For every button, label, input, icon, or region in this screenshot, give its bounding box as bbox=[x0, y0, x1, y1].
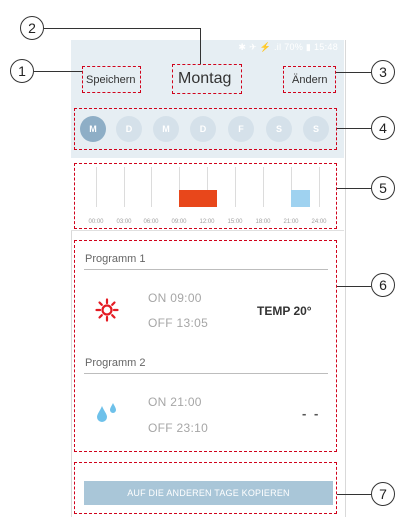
callout-1: 1 bbox=[10, 59, 34, 83]
status-text: ✱ ✈ ⚡ .il 70% ▮ 15:48 bbox=[238, 42, 338, 52]
leader-line bbox=[337, 188, 371, 189]
save-button[interactable]: Speichern bbox=[86, 74, 136, 86]
program-1-off-time[interactable]: OFF 13:05 bbox=[148, 316, 208, 330]
program-1-bar[interactable] bbox=[179, 190, 217, 207]
divider bbox=[84, 373, 328, 374]
day-button-friday[interactable]: F bbox=[228, 116, 254, 142]
timeline-label: 18:00 bbox=[255, 219, 271, 225]
timeline-label: 15:00 bbox=[227, 219, 243, 225]
divider bbox=[84, 269, 328, 270]
leader-line bbox=[337, 286, 371, 287]
day-button-tuesday[interactable]: D bbox=[116, 116, 142, 142]
timeline-tick bbox=[263, 167, 264, 207]
timeline-label: 24:00 bbox=[311, 219, 327, 225]
water-drops-icon bbox=[94, 402, 120, 429]
timeline-label: 06:00 bbox=[143, 219, 159, 225]
leader-line bbox=[200, 28, 201, 64]
program-2-bar[interactable] bbox=[291, 190, 310, 207]
leader-line bbox=[337, 128, 371, 129]
callout-7: 7 bbox=[371, 482, 395, 506]
program-2-title: Programm 2 bbox=[85, 357, 146, 369]
timeline-label: 09:00 bbox=[171, 219, 187, 225]
day-button-wednesday[interactable]: M bbox=[153, 116, 179, 142]
day-button-sunday[interactable]: S bbox=[303, 116, 329, 142]
timeline-tick bbox=[96, 167, 97, 207]
timeline-label: 00:00 bbox=[88, 219, 104, 225]
program-1-title: Programm 1 bbox=[85, 253, 146, 265]
program-2-off-time[interactable]: OFF 23:10 bbox=[148, 421, 208, 435]
timeline-tick bbox=[319, 167, 320, 207]
program-1-value[interactable]: TEMP 20° bbox=[257, 304, 312, 318]
copy-to-other-days-button[interactable]: AUF DIE ANDEREN TAGE KOPIEREN bbox=[84, 481, 333, 505]
leader-line bbox=[337, 494, 371, 495]
page-title: Montag bbox=[178, 70, 232, 87]
timeline-label: 03:00 bbox=[116, 219, 132, 225]
timeline-label: 21:00 bbox=[283, 219, 299, 225]
leader-line bbox=[34, 71, 82, 72]
callout-3: 3 bbox=[371, 60, 395, 84]
program-2-value[interactable]: - - bbox=[302, 406, 320, 421]
callout-5: 5 bbox=[371, 176, 395, 200]
timeline-tick bbox=[151, 167, 152, 207]
callout-4: 4 bbox=[371, 116, 395, 140]
day-button-monday[interactable]: M bbox=[80, 116, 106, 142]
sun-icon bbox=[95, 298, 119, 327]
callout-6: 6 bbox=[371, 273, 395, 297]
timeline-tick bbox=[235, 167, 236, 207]
program-1-on-time[interactable]: ON 09:00 bbox=[148, 291, 202, 305]
status-bar: ✱ ✈ ⚡ .il 70% ▮ 15:48 bbox=[71, 40, 344, 56]
leader-line bbox=[44, 28, 201, 29]
program-2-on-time[interactable]: ON 21:00 bbox=[148, 395, 202, 409]
timeline-label: 12:00 bbox=[199, 219, 215, 225]
day-button-thursday[interactable]: D bbox=[190, 116, 216, 142]
callout-2: 2 bbox=[20, 16, 44, 40]
timeline-tick bbox=[124, 167, 125, 207]
edit-button[interactable]: Ändern bbox=[292, 74, 327, 86]
leader-line bbox=[336, 72, 371, 73]
day-button-saturday[interactable]: S bbox=[266, 116, 292, 142]
